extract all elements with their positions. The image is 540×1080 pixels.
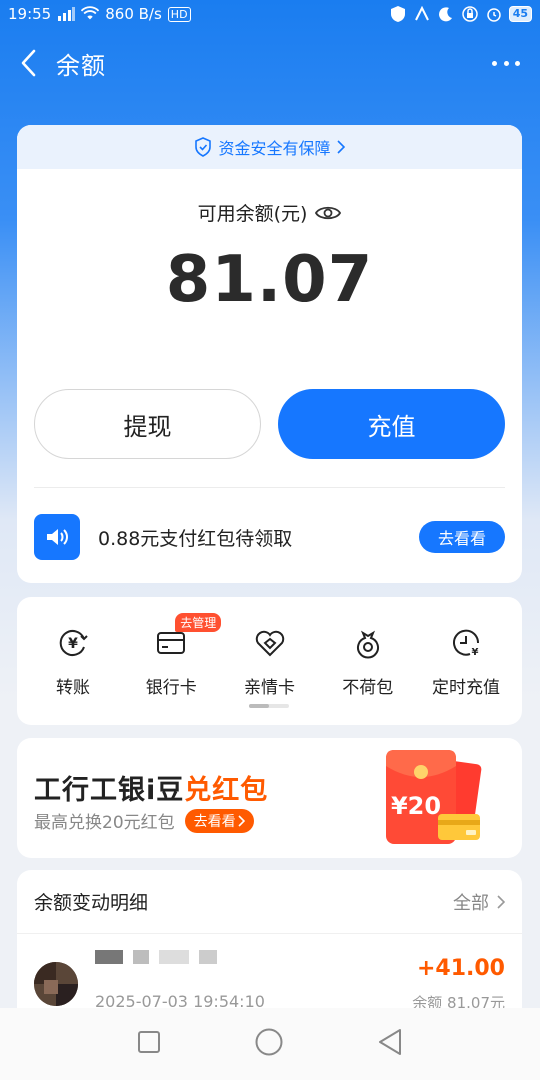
status-right: 45: [389, 5, 532, 23]
lock-icon: [461, 5, 479, 23]
quick-action-label: 亲情卡: [244, 678, 295, 698]
dot-icon: [503, 60, 509, 66]
quick-action-label: 不荷包: [342, 678, 394, 698]
chevron-left-icon: [21, 49, 36, 77]
promo-subtitle-row: 最高兑换20元红包 去看看: [34, 808, 254, 833]
hd-icon: HD: [167, 6, 191, 22]
wifi-icon: [81, 5, 100, 23]
scroll-indicator: [249, 704, 289, 708]
speaker-icon: [34, 514, 80, 560]
wallet-pouch-icon: [350, 625, 386, 661]
system-nav-bar: [0, 1008, 540, 1080]
red-packet-illustration: ¥20: [382, 748, 482, 848]
network-speed: 860 B/s: [105, 5, 162, 23]
promo-button-label: 去看看: [193, 813, 236, 830]
more-options-button[interactable]: [492, 52, 520, 74]
transaction-amount: +41.00: [416, 956, 505, 981]
nav-bar: 余额: [0, 36, 540, 90]
svg-text:¥: ¥: [68, 636, 78, 652]
masked-text: [133, 950, 149, 964]
manage-badge: 去管理: [175, 613, 222, 632]
system-back-button[interactable]: [377, 1028, 403, 1060]
back-button[interactable]: [0, 36, 56, 90]
quick-action-transfer[interactable]: ¥ 转账: [25, 625, 121, 698]
notice-text: 0.88元支付红包待领取: [98, 527, 293, 550]
quick-action-scheduled-recharge[interactable]: ¥ 定时充值: [418, 625, 514, 698]
dot-icon: [492, 60, 497, 66]
action-buttons: 提现 充值: [34, 389, 505, 459]
promo-view-button[interactable]: 去看看: [184, 808, 254, 833]
balance-card: 资金安全有保障 可用余额(元) 81.07 提现 充值 0.88元支付红包待领取…: [17, 125, 522, 583]
masked-text: [159, 950, 189, 964]
view-all-button[interactable]: 全部: [453, 889, 505, 915]
promo-title-highlight: 兑红包: [184, 775, 269, 806]
safety-guarantee-link[interactable]: 资金安全有保障: [17, 125, 522, 169]
family-card-icon: [252, 625, 288, 661]
alarm-icon: [485, 5, 503, 23]
promo-title-plain: 工行工银i豆: [34, 775, 185, 806]
moon-icon: [437, 5, 455, 23]
signal-icon: [57, 5, 76, 23]
avatar: [34, 962, 78, 1006]
quick-action-family-card[interactable]: 亲情卡: [222, 625, 318, 698]
status-bar: 19:55 860 B/s HD 45: [0, 0, 540, 28]
withdraw-button[interactable]: 提现: [34, 389, 261, 459]
balance-label: 可用余额(元): [197, 203, 308, 225]
recharge-button[interactable]: 充值: [278, 389, 505, 459]
triangle-back-icon: [379, 1029, 402, 1055]
quick-action-label: 转账: [56, 678, 90, 698]
red-packet-notice[interactable]: 0.88元支付红包待领取 去看看: [34, 513, 505, 561]
divider: [34, 487, 505, 488]
chevron-right-icon: [497, 894, 505, 909]
circle-icon: [255, 1028, 283, 1056]
page-title: 余额: [56, 51, 106, 80]
home-button[interactable]: [254, 1027, 284, 1061]
masked-text: [95, 950, 123, 964]
details-header: 余额变动明细 全部: [17, 870, 522, 934]
transaction-name-masked: [95, 950, 217, 964]
notice-view-button[interactable]: 去看看: [419, 521, 505, 553]
battery-icon: 45: [508, 6, 532, 22]
chevron-right-icon: [336, 140, 345, 154]
masked-text: [199, 950, 217, 964]
balance-amount: 81.07: [165, 243, 374, 317]
quick-action-label: 定时充值: [432, 678, 500, 698]
balance-label-row: 可用余额(元): [17, 199, 522, 226]
quick-action-label: 银行卡: [145, 678, 197, 698]
safety-text: 资金安全有保障: [218, 139, 331, 158]
scroll-thumb: [249, 704, 269, 708]
quick-action-bank-card[interactable]: 去管理 银行卡: [123, 613, 222, 698]
scheduled-recharge-icon: ¥: [448, 625, 484, 661]
transaction-row[interactable]: 2025-07-03 19:54:10 +41.00 余额 81.07元: [17, 936, 522, 1016]
shield-icon: [389, 5, 407, 23]
details-title: 余额变动明细: [34, 892, 149, 914]
red-packet-amount: ¥20: [391, 792, 441, 820]
chevron-right-icon: [238, 814, 245, 827]
svg-text:¥: ¥: [472, 647, 479, 658]
square-icon: [137, 1031, 160, 1053]
promo-title: 工行工银i豆兑红包: [34, 768, 268, 807]
vpn-icon: [413, 5, 431, 23]
dot-icon: [515, 60, 520, 66]
transfer-yuan-icon: ¥: [55, 625, 91, 661]
status-left: 19:55 860 B/s HD: [8, 5, 191, 23]
status-time: 19:55: [8, 5, 52, 23]
quick-actions-row: ¥ 转账 去管理 银行卡 亲情卡 不荷包 ¥ 定时充值: [17, 613, 522, 698]
recent-apps-button[interactable]: [137, 1030, 161, 1058]
promo-subtitle: 最高兑换20元红包: [34, 813, 175, 833]
promo-banner[interactable]: 工行工银i豆兑红包 最高兑换20元红包 去看看 ¥20: [17, 738, 522, 858]
shield-check-icon: [195, 137, 212, 157]
quick-action-pouch[interactable]: 不荷包: [320, 625, 416, 698]
view-all-label: 全部: [453, 892, 489, 914]
eye-icon[interactable]: [315, 204, 342, 222]
quick-actions-card: ¥ 转账 去管理 银行卡 亲情卡 不荷包 ¥ 定时充值: [17, 597, 522, 725]
